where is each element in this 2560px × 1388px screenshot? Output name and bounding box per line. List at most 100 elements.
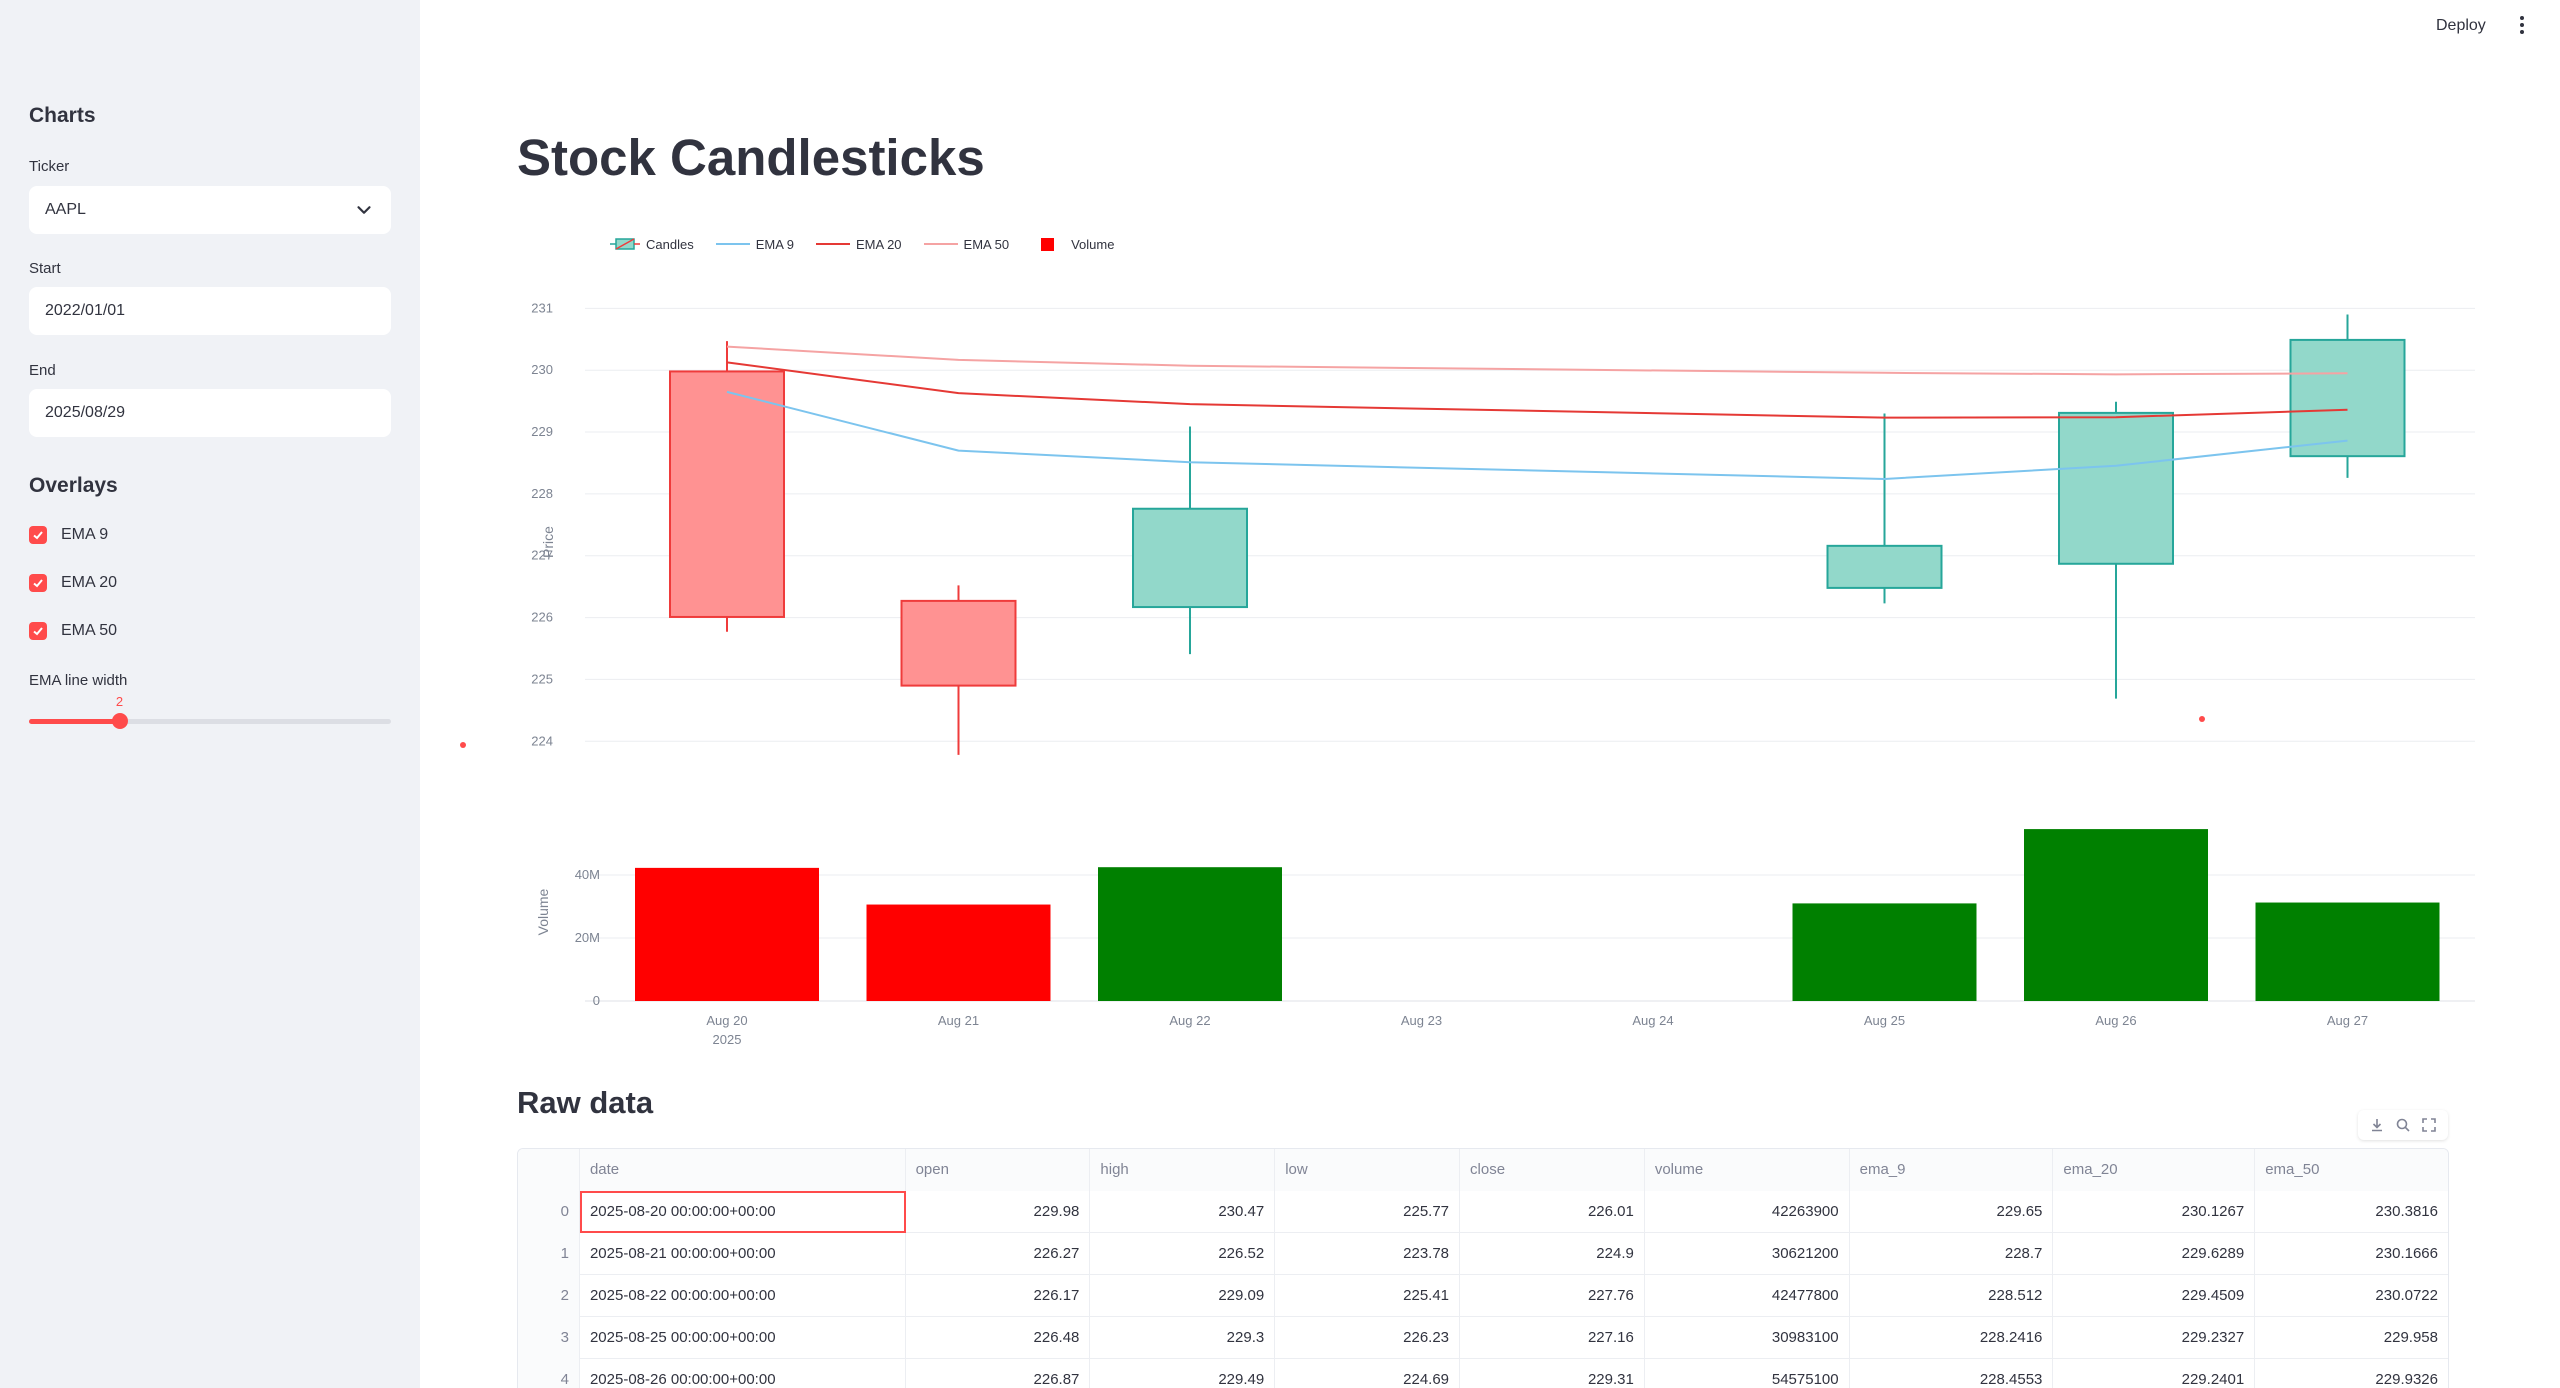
column-header-ema_9[interactable]: ema_9 [1849, 1149, 2054, 1191]
volume-tick-label: 0 [593, 993, 600, 1008]
price-axis-label: Price [540, 526, 556, 558]
table-cell[interactable]: 226.01 [1460, 1191, 1645, 1233]
table-cell[interactable]: 229.98 [906, 1191, 1091, 1233]
price-tick-label: 229 [531, 424, 553, 439]
row-index[interactable]: 1 [518, 1233, 580, 1275]
raw-data-table[interactable]: date open high low close volume ema_9 ema_20 ema… [517, 1148, 2449, 1388]
table-cell[interactable]: 230.1267 [2053, 1191, 2256, 1233]
table-row: 2 2025-08-22 00:00:00+00:00 226.17 229.09 22… [518, 1275, 2448, 1317]
table-cell[interactable]: 2025-08-21 00:00:00+00:00 [580, 1233, 906, 1275]
table-cell[interactable]: 225.41 [1275, 1275, 1461, 1317]
table-cell[interactable]: 54575100 [1645, 1359, 1850, 1388]
column-header-ema_50[interactable]: ema_50 [2255, 1149, 2448, 1191]
table-cell[interactable]: 229.31 [1460, 1359, 1645, 1388]
volume-bar [1792, 903, 1977, 1001]
table-cell[interactable]: 224.69 [1275, 1359, 1461, 1388]
table-cell[interactable]: 2025-08-26 00:00:00+00:00 [580, 1359, 906, 1388]
column-header-ema_20[interactable]: ema_20 [2053, 1149, 2256, 1191]
app-root: Charts Ticker AAPL Start 2022/01/01 End … [0, 0, 2560, 1388]
column-header-open[interactable]: open [905, 1149, 1091, 1191]
table-cell[interactable]: 229.958 [2255, 1317, 2448, 1359]
candle-body [900, 599, 1017, 687]
volume-axis-label: Volume [535, 888, 551, 935]
x-tick-label: Aug 26 [2095, 1013, 2136, 1028]
table-cell[interactable]: 229.2401 [2053, 1359, 2256, 1388]
table-cell[interactable]: 229.65 [1850, 1191, 2054, 1233]
row-index[interactable]: 0 [518, 1191, 580, 1233]
row-index[interactable]: 3 [518, 1317, 580, 1359]
column-header-volume[interactable]: volume [1644, 1149, 1850, 1191]
table-header-row: date open high low close volume ema_9 ema_20 ema… [518, 1149, 2448, 1191]
price-tick-label: 224 [531, 733, 553, 748]
x-year-label: 2025 [713, 1032, 742, 1047]
table-cell[interactable]: 229.6289 [2053, 1233, 2256, 1275]
table-cell[interactable]: 226.52 [1090, 1233, 1276, 1275]
candle-body [1132, 507, 1248, 609]
volume-bar [2024, 829, 2208, 1001]
table-cell[interactable]: 30621200 [1645, 1233, 1850, 1275]
price-tick-label: 228 [531, 486, 553, 501]
column-header-high[interactable]: high [1090, 1149, 1276, 1191]
volume-bar [866, 904, 1051, 1001]
table-cell[interactable]: 229.09 [1090, 1275, 1276, 1317]
row-index[interactable]: 4 [518, 1359, 580, 1388]
volume-bar [635, 867, 819, 1001]
table-cell[interactable]: 230.3816 [2255, 1191, 2448, 1233]
volume-bar [2255, 902, 2440, 1001]
table-cell[interactable]: 2025-08-20 00:00:00+00:00 [579, 1191, 906, 1233]
x-tick-label: Aug 23 [1401, 1013, 1442, 1028]
table-cell[interactable]: 229.9326 [2255, 1359, 2448, 1388]
table-cell[interactable]: 224.9 [1460, 1233, 1645, 1275]
x-tick-label: Aug 20 [706, 1013, 747, 1028]
row-index[interactable]: 2 [518, 1275, 580, 1317]
column-header-low[interactable]: low [1275, 1149, 1461, 1191]
column-header-date[interactable]: date [579, 1149, 906, 1191]
table-cell[interactable]: 226.23 [1275, 1317, 1461, 1359]
table-cell[interactable]: 227.76 [1460, 1275, 1645, 1317]
x-tick-label: Aug 27 [2327, 1013, 2368, 1028]
x-tick-label: Aug 25 [1864, 1013, 1905, 1028]
raw-data-title: Raw data [517, 1085, 654, 1120]
column-header-index[interactable] [518, 1149, 580, 1191]
search-icon[interactable] [2395, 1117, 2411, 1133]
table-cell[interactable]: 2025-08-22 00:00:00+00:00 [580, 1275, 906, 1317]
table-cell[interactable]: 227.16 [1460, 1317, 1645, 1359]
table-cell[interactable]: 230.1666 [2255, 1233, 2448, 1275]
table-cell[interactable]: 228.2416 [1850, 1317, 2054, 1359]
table-cell[interactable]: 223.78 [1275, 1233, 1461, 1275]
table-cell[interactable]: 229.49 [1090, 1359, 1276, 1388]
table-cell[interactable]: 228.512 [1850, 1275, 2054, 1317]
table-cell[interactable]: 2025-08-25 00:00:00+00:00 [580, 1317, 906, 1359]
table-cell[interactable]: 226.17 [906, 1275, 1091, 1317]
table-cell[interactable]: 226.87 [906, 1359, 1091, 1388]
table-cell[interactable]: 42477800 [1645, 1275, 1850, 1317]
price-tick-label: 225 [531, 671, 553, 686]
candle-body [2289, 338, 2406, 458]
table-cell[interactable]: 229.4509 [2053, 1275, 2256, 1317]
download-icon[interactable] [2369, 1117, 2385, 1133]
candle-body [2058, 411, 2174, 565]
x-tick-label: Aug 21 [938, 1013, 979, 1028]
column-header-close[interactable]: close [1460, 1149, 1645, 1191]
volume-tick-label: 20M [575, 930, 600, 945]
table-cell[interactable]: 42263900 [1645, 1191, 1850, 1233]
table-cell[interactable]: 226.48 [906, 1317, 1091, 1359]
table-cell[interactable]: 229.2327 [2053, 1317, 2256, 1359]
price-tick-label: 226 [531, 610, 553, 625]
table-cell[interactable]: 30983100 [1645, 1317, 1850, 1359]
price-tick-label: 231 [531, 300, 553, 315]
table-cell[interactable]: 228.4553 [1850, 1359, 2054, 1388]
candlestick-chart[interactable]: 224225226227228229230231Price020M40MVolu… [0, 0, 2560, 1080]
table-cell[interactable]: 226.27 [906, 1233, 1091, 1275]
table-cell[interactable]: 229.3 [1090, 1317, 1276, 1359]
table-row: 4 2025-08-26 00:00:00+00:00 226.87 229.49 22… [518, 1359, 2448, 1388]
table-cell[interactable]: 230.47 [1090, 1191, 1276, 1233]
table-row: 0 2025-08-20 00:00:00+00:00 229.98 230.47 22… [518, 1191, 2448, 1233]
fullscreen-icon[interactable] [2421, 1117, 2437, 1133]
table-cell[interactable]: 225.77 [1275, 1191, 1461, 1233]
table-cell[interactable]: 230.0722 [2255, 1275, 2448, 1317]
marker-dot [460, 742, 466, 748]
candle-body [669, 370, 785, 618]
x-tick-label: Aug 22 [1169, 1013, 1210, 1028]
table-cell[interactable]: 228.7 [1850, 1233, 2054, 1275]
